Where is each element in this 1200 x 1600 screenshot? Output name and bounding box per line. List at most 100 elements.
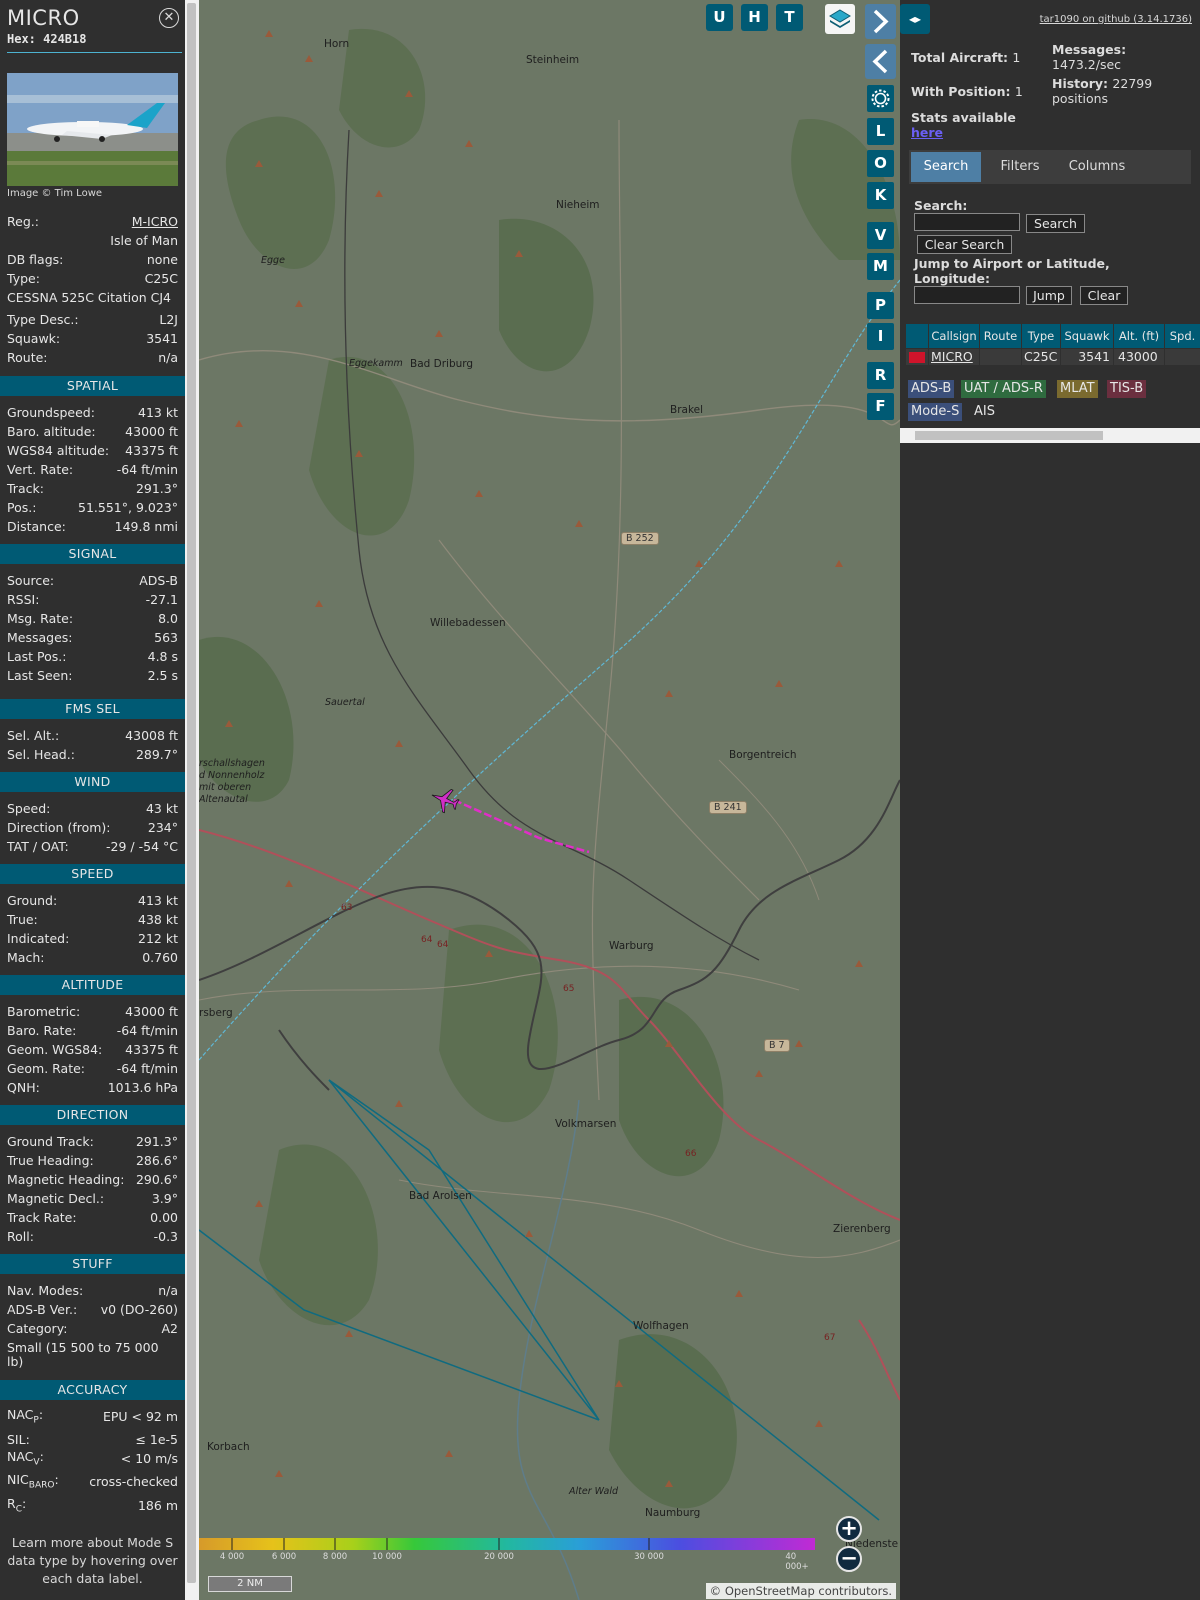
row-type-cell[interactable]: C25C [1022,349,1060,365]
settings-button[interactable] [867,85,894,112]
stuff-row: Nav. Modes: n/a [7,1281,178,1300]
stats-here-link[interactable]: here [911,125,943,140]
toggle-u-button[interactable]: U [706,4,733,31]
github-link[interactable]: tar1090 on github (3.14.1736) [1040,14,1192,25]
spatial-value: 291.3° [135,481,178,496]
direction-row: Track Rate: 0.00 [7,1208,178,1227]
jump-button[interactable]: Jump [1026,286,1072,305]
wind-row: TAT / OAT: -29 / -54 °C [7,837,178,856]
spatial-row: WGS84 altitude: 43375 ft [7,441,178,460]
row-route-cell[interactable] [980,349,1021,365]
toggle-m-button[interactable]: M [867,253,894,280]
expand-panel-button[interactable] [865,4,896,39]
speed-label: Mach: [7,950,45,965]
altitude-row: Barometric: 43000 ft [7,1002,178,1021]
search-button[interactable]: Search [1026,214,1085,233]
aircraft-photo[interactable] [7,73,178,186]
direction-value: 290.6° [135,1172,178,1187]
scale-label: 30 000 [634,1552,664,1562]
col-route[interactable]: Route [980,324,1021,348]
source-badge-modes[interactable]: Mode-S [908,403,963,421]
speed-value: 212 kt [138,931,178,946]
toggle-f-button[interactable]: F [867,393,894,420]
road-badge-b7: B 7 [764,1039,790,1052]
zoom-out-button[interactable]: − [836,1546,862,1572]
row-speed-cell[interactable] [1165,349,1200,365]
zoom-in-button[interactable]: + [836,1516,862,1542]
direction-label: Ground Track: [7,1134,94,1149]
collapse-panel-button[interactable] [865,44,896,79]
source-badge-ais[interactable]: AIS [971,403,998,421]
speed-row: Ground: 413 kt [7,891,178,910]
toggle-l-button[interactable]: L [867,118,894,145]
spatial-row: Track: 291.3° [7,479,178,498]
reg-link[interactable]: M-ICRO [132,214,178,229]
aircraft-callsign-title: MICRO [7,6,80,30]
toggle-v-button[interactable]: V [867,222,894,249]
town-label: Warburg [609,940,654,952]
search-input[interactable] [914,213,1020,231]
table-horizontal-scrollbar[interactable] [900,428,1200,443]
town-label: Willebadessen [430,617,506,629]
col-callsign[interactable]: Callsign [929,324,979,348]
info-panel-scrollbar[interactable] [185,0,199,1600]
town-label: Eggekamm [349,358,403,369]
jump-input[interactable] [914,286,1020,304]
speed-value: 413 kt [138,893,178,908]
toggle-k-button[interactable]: K [867,182,894,209]
speed-row: Mach: 0.760 [7,948,178,967]
jump-label: Jump to Airport or Latitude, Longitude: [914,256,1110,286]
source-badge-adsb[interactable]: ADS-B [908,380,955,398]
clear-search-button[interactable]: Clear Search [917,235,1012,254]
col-squawk[interactable]: Squawk [1061,324,1113,348]
scrollbar-thumb[interactable] [915,431,1103,440]
toggle-p-button[interactable]: P [867,292,894,319]
route-value: n/a [158,350,178,365]
col-flag[interactable] [906,324,928,348]
road-number-64a: 64 [421,935,433,945]
row-callsign-link[interactable]: MICRO [929,349,979,365]
tab-filters[interactable]: Filters [985,152,1055,182]
altitude-color-scale [199,1538,815,1550]
scale-label: 4 000 [219,1552,245,1562]
toggle-i-button[interactable]: I [867,323,894,350]
layers-button[interactable] [825,4,855,34]
col-type[interactable]: Type [1022,324,1060,348]
source-badge-tisb[interactable]: TIS-B [1107,380,1147,398]
spatial-row: Distance: 149.8 nmi [7,517,178,536]
clear-button[interactable]: Clear [1080,286,1128,305]
split-view-button[interactable]: ◂▸ [900,4,930,34]
town-label: Alter Wald [569,1486,618,1497]
road-badge-b252: B 252 [621,532,659,545]
road-number-66: 66 [685,1149,697,1159]
col-speed[interactable]: Spd. [1165,324,1200,348]
tab-columns[interactable]: Columns [1059,152,1135,182]
map-attribution[interactable]: © OpenStreetMap contributors. [705,1583,896,1599]
stats-available: Stats available here [911,110,1016,140]
wind-row: Direction (from): 234° [7,818,178,837]
toggle-t-button[interactable]: T [776,4,803,31]
altitude-label: Baro. Rate: [7,1023,77,1038]
row-altitude-cell[interactable]: 43000 [1114,349,1164,365]
toggle-r-button[interactable]: R [867,362,894,389]
altitude-value: -64 ft/min [116,1023,178,1038]
altitude-scale-labels: 4 000 6 000 8 000 10 000 20 000 30 000 4… [199,1552,815,1572]
spatial-value: 51.551°, 9.023° [78,500,178,515]
source-badge-uat[interactable]: UAT / ADS-R [961,380,1046,398]
toggle-h-button[interactable]: H [741,4,768,31]
scrollbar-thumb[interactable] [187,3,196,1583]
source-badge-mlat[interactable]: MLAT [1057,380,1098,398]
squawk-row: Squawk: 3541 [7,329,178,348]
row-squawk-cell[interactable]: 3541 [1061,349,1113,365]
close-icon[interactable]: ✕ [159,8,179,28]
tab-search[interactable]: Search [911,152,981,182]
speed-row: Indicated: 212 kt [7,929,178,948]
rc-value: 186 m [137,1498,178,1513]
row-flag-cell[interactable] [906,349,928,365]
map-view[interactable]: Horn Steinheim Nieheim Egge Eggekamm Bad Drib… [199,0,900,1600]
toggle-o-button[interactable]: O [867,150,894,177]
altitude-label: Barometric: [7,1004,81,1019]
squawk-label: Squawk: [7,331,61,346]
direction-label: Magnetic Decl.: [7,1191,105,1206]
col-altitude[interactable]: Alt. (ft) [1114,324,1164,348]
